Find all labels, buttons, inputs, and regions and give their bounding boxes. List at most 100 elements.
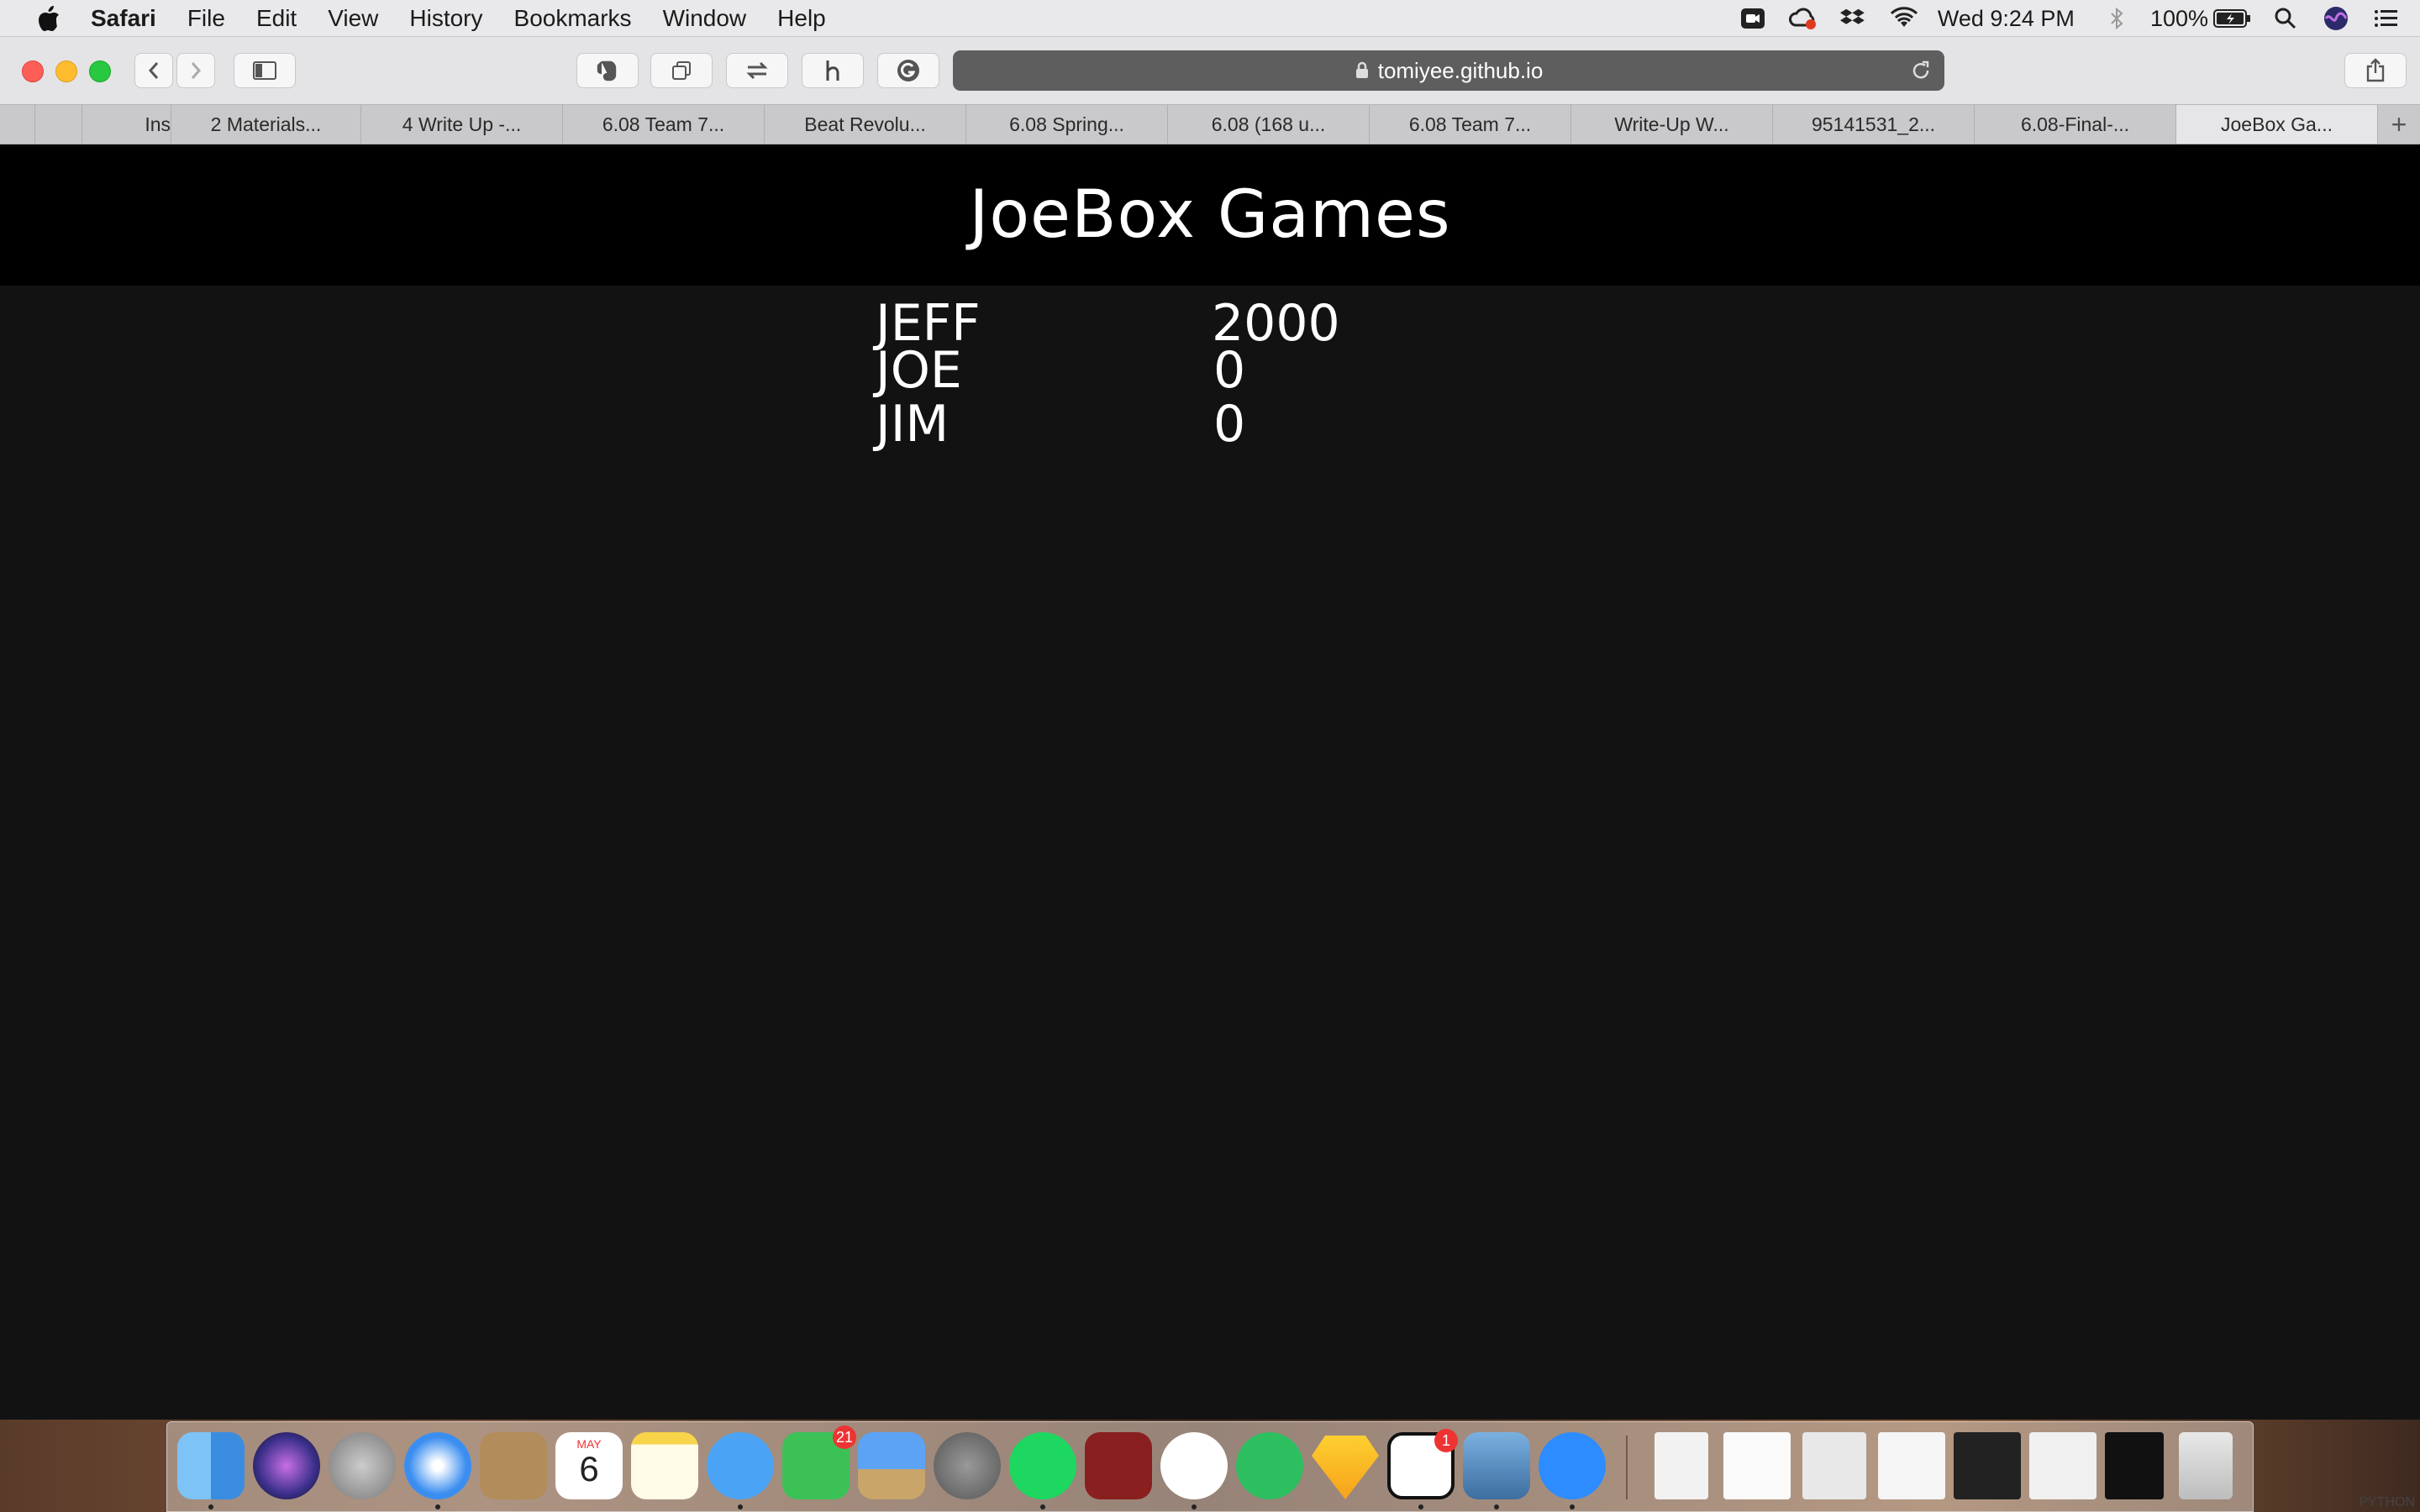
document-thumbnail[interactable] xyxy=(1655,1432,1708,1499)
notion-icon[interactable]: 1 xyxy=(1387,1429,1458,1499)
back-button[interactable] xyxy=(134,53,173,88)
tab-overview-button[interactable] xyxy=(650,53,713,88)
menu-help[interactable]: Help xyxy=(777,5,826,32)
notes-icon[interactable] xyxy=(631,1432,698,1499)
menu-edit[interactable]: Edit xyxy=(256,5,297,32)
keynote-icon[interactable] xyxy=(858,1432,925,1499)
forward-button[interactable] xyxy=(176,53,215,88)
tab-final[interactable]: 6.08-Final-... xyxy=(1975,105,2176,144)
sketch-icon[interactable] xyxy=(1312,1436,1379,1499)
window-thumbnail[interactable] xyxy=(2029,1432,2096,1499)
calendar-day: 6 xyxy=(579,1449,599,1488)
running-indicator xyxy=(1570,1504,1575,1509)
siri-menu-icon[interactable] xyxy=(2319,5,2353,32)
lock-icon xyxy=(1355,61,1368,78)
spotify-icon[interactable] xyxy=(1009,1432,1076,1499)
chevron-left-icon xyxy=(148,62,159,79)
document-thumbnail[interactable] xyxy=(1878,1432,1945,1499)
bluetooth-icon[interactable] xyxy=(2100,5,2133,32)
system-preferences-icon[interactable] xyxy=(934,1432,1001,1499)
close-window-button[interactable] xyxy=(22,60,44,82)
window-thumbnail[interactable] xyxy=(2105,1432,2164,1499)
menu-window[interactable]: Window xyxy=(663,5,747,32)
screenshot-thumbnail[interactable] xyxy=(1802,1432,1866,1499)
spotlight-search-icon[interactable] xyxy=(2269,5,2302,32)
safari-icon[interactable] xyxy=(404,1432,471,1499)
siri-icon[interactable] xyxy=(253,1432,320,1499)
battery-charging-icon[interactable] xyxy=(2213,5,2252,32)
honey-extension-button[interactable] xyxy=(802,53,864,88)
reload-icon[interactable] xyxy=(1909,59,1933,82)
photo-booth-icon[interactable] xyxy=(1085,1432,1152,1499)
running-indicator xyxy=(1040,1504,1045,1509)
window-thumbnail[interactable] xyxy=(1954,1432,2021,1499)
tab-168-unread[interactable]: 6.08 (168 u... xyxy=(1168,105,1370,144)
grammarly-icon xyxy=(897,60,919,81)
tab-joebox-games[interactable]: JoeBox Ga... xyxy=(2176,105,2378,144)
launchpad-icon[interactable] xyxy=(329,1432,396,1499)
running-indicator xyxy=(435,1504,440,1509)
tab-pinned-1[interactable] xyxy=(0,105,35,144)
swap-extension-button[interactable] xyxy=(726,53,788,88)
running-indicator xyxy=(208,1504,213,1509)
zoom-status-icon[interactable] xyxy=(1736,5,1770,32)
score-row-jeff: JEFF 2000 xyxy=(876,294,1380,353)
player-score: 0 xyxy=(1213,341,1246,400)
tab-team-7-a[interactable]: 6.08 Team 7... xyxy=(563,105,765,144)
tab-spring[interactable]: 6.08 Spring... xyxy=(966,105,1168,144)
creative-cloud-icon[interactable] xyxy=(1786,5,1820,32)
menu-view[interactable]: View xyxy=(328,5,378,32)
player-name: JIM xyxy=(876,395,950,454)
page-title: JoeBox Games xyxy=(969,177,1451,253)
sidebar-toggle-button[interactable] xyxy=(234,53,296,88)
menu-clock[interactable]: Wed 9:24 PM xyxy=(1938,6,2075,32)
messages-icon[interactable] xyxy=(707,1432,774,1499)
document-thumbnail[interactable] xyxy=(1723,1432,1791,1499)
share-icon xyxy=(2366,58,2385,82)
dock: MAY 6 21 1 xyxy=(166,1421,2254,1512)
tab-bar: Ins 2 Materials... 4 Write Up -... 6.08 … xyxy=(0,104,2420,144)
tab-95141531[interactable]: 95141531_2... xyxy=(1773,105,1975,144)
tab-beat-revolution[interactable]: Beat Revolu... xyxy=(765,105,966,144)
menu-history[interactable]: History xyxy=(409,5,482,32)
evernote-icon xyxy=(597,60,617,81)
address-bar[interactable]: tomiyee.github.io xyxy=(953,50,1944,91)
corner-label: PYTHON xyxy=(2359,1495,2415,1509)
tab-ins[interactable]: Ins xyxy=(82,105,171,144)
new-tab-button[interactable]: + xyxy=(2378,105,2420,144)
honey-h-icon xyxy=(826,60,839,81)
battery-percent: 100% xyxy=(2149,5,2208,31)
apple-icon[interactable] xyxy=(32,3,66,34)
evernote-icon[interactable] xyxy=(1236,1432,1303,1499)
zoom-icon[interactable] xyxy=(1539,1432,1606,1499)
notification-center-icon[interactable] xyxy=(2370,5,2403,32)
minimize-window-button[interactable] xyxy=(55,60,77,82)
swap-arrows-icon xyxy=(746,61,768,80)
dropbox-icon[interactable] xyxy=(1837,5,1870,32)
running-indicator xyxy=(738,1504,743,1509)
trash-icon[interactable] xyxy=(2179,1432,2233,1499)
tab-team-7-b[interactable]: 6.08 Team 7... xyxy=(1370,105,1571,144)
wifi-icon[interactable] xyxy=(1887,5,1921,32)
finder-icon[interactable] xyxy=(177,1432,245,1499)
contacts-icon[interactable] xyxy=(480,1432,547,1499)
grammarly-extension-button[interactable] xyxy=(877,53,939,88)
zoom-window-button[interactable] xyxy=(89,60,111,82)
browser-toolbar: tomiyee.github.io xyxy=(0,37,2420,104)
facetime-icon[interactable]: 21 xyxy=(782,1425,856,1499)
menu-bookmarks[interactable]: Bookmarks xyxy=(514,5,632,32)
calendar-icon[interactable]: MAY 6 xyxy=(555,1432,623,1499)
score-row-jim: JIM 0 xyxy=(876,395,1380,454)
page-header: JoeBox Games xyxy=(0,144,2420,286)
tab-write-up[interactable]: 4 Write Up -... xyxy=(361,105,563,144)
menu-app-safari[interactable]: Safari xyxy=(91,5,156,32)
sidebar-icon xyxy=(253,61,276,80)
preview-icon[interactable] xyxy=(1463,1432,1530,1499)
evernote-extension-button[interactable] xyxy=(576,53,639,88)
slack-icon[interactable] xyxy=(1160,1432,1228,1499)
share-button[interactable] xyxy=(2344,53,2407,88)
tab-write-up-w[interactable]: Write-Up W... xyxy=(1571,105,1773,144)
tab-materials[interactable]: 2 Materials... xyxy=(171,105,361,144)
tab-pinned-2[interactable] xyxy=(35,105,82,144)
menu-file[interactable]: File xyxy=(187,5,225,32)
